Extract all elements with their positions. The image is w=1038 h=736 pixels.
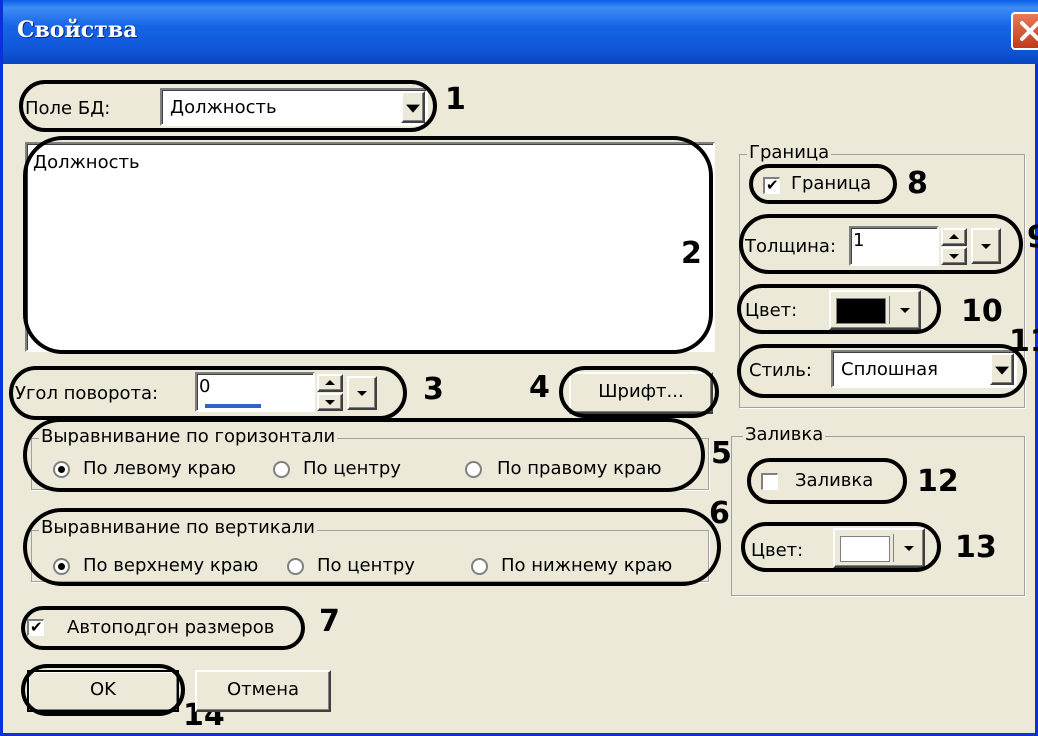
halign-radio-right[interactable] [465, 461, 482, 478]
radio-selected-dot [58, 563, 65, 570]
border-group-title: Граница [747, 142, 832, 163]
spin-down-icon [325, 400, 335, 405]
ok-button[interactable]: OK [27, 670, 179, 712]
thickness-spin-up[interactable] [941, 228, 967, 246]
valign-radio-bottom[interactable] [471, 558, 488, 575]
valign-option-center-label[interactable]: По центру [317, 555, 415, 576]
halign-radio-center[interactable] [273, 461, 290, 478]
db-field-dropdown-button[interactable] [401, 91, 425, 123]
callout-7: 7 [319, 604, 340, 639]
border-color-swatch [836, 298, 886, 324]
border-checkbox[interactable]: ✔ [763, 176, 780, 194]
picker-divider [893, 534, 894, 562]
title-bar[interactable]: Свойства [3, 0, 1038, 64]
callout-9: 9 [1027, 220, 1038, 255]
chevron-down-icon [995, 366, 1009, 375]
border-checkbox-label[interactable]: Граница [791, 173, 871, 194]
thickness-spin-down[interactable] [941, 247, 967, 265]
callout-6: 6 [709, 496, 730, 531]
thickness-value: 1 [853, 230, 865, 251]
callout-8: 8 [907, 166, 928, 201]
fill-checkbox[interactable] [761, 473, 778, 490]
callout-12: 12 [917, 464, 959, 499]
fill-color-picker[interactable] [833, 528, 925, 568]
callout-1: 1 [445, 82, 466, 117]
rotation-input[interactable]: 0 [195, 372, 315, 412]
fill-color-label: Цвет: [751, 540, 804, 561]
radio-selected-dot [58, 466, 65, 473]
rotation-dropdown-button[interactable] [347, 376, 377, 410]
fill-group-title: Заливка [743, 424, 826, 445]
autofit-checkbox[interactable]: ✔ [27, 618, 44, 636]
style-value: Сплошная [841, 359, 938, 380]
border-color-dropdown[interactable] [893, 292, 917, 328]
checkmark-icon: ✔ [30, 618, 43, 636]
text-area[interactable]: Должность [25, 142, 715, 352]
chevron-down-icon [406, 104, 420, 113]
style-label: Стиль: [749, 360, 812, 381]
rotation-label: Угол поворота: [15, 383, 159, 404]
rotation-caret-underline [205, 404, 261, 408]
close-icon [1020, 21, 1038, 41]
text-area-value: Должность [33, 152, 140, 173]
checkmark-icon: ✔ [766, 176, 779, 194]
chevron-down-icon [981, 244, 991, 249]
chevron-down-icon [900, 308, 910, 313]
close-button[interactable] [1011, 12, 1038, 50]
db-field-select[interactable]: Должность [160, 88, 428, 126]
chevron-down-icon [904, 546, 914, 551]
picker-divider [889, 296, 890, 324]
halign-option-right-label[interactable]: По правому краю [497, 458, 662, 479]
fill-group [731, 436, 1025, 596]
halign-option-center-label[interactable]: По центру [303, 458, 401, 479]
spin-up-icon [325, 380, 335, 385]
spin-up-icon [949, 234, 959, 239]
valign-radio-top[interactable] [53, 558, 70, 575]
autofit-label[interactable]: Автоподгон размеров [67, 617, 274, 638]
db-field-label: Поле БД: [25, 98, 111, 119]
rotation-spin-up[interactable] [317, 374, 343, 392]
valign-option-bottom-label[interactable]: По нижнему краю [501, 555, 672, 576]
callout-10: 10 [961, 294, 1003, 329]
thickness-input[interactable]: 1 [849, 226, 939, 266]
fill-color-swatch [840, 536, 890, 562]
callout-4: 4 [529, 370, 550, 405]
db-field-value: Должность [170, 97, 277, 118]
halign-option-left-label[interactable]: По левому краю [83, 458, 236, 479]
rotation-value: 0 [199, 376, 211, 397]
border-color-picker[interactable] [829, 290, 921, 330]
spin-down-icon [949, 254, 959, 259]
thickness-dropdown-button[interactable] [971, 228, 1001, 264]
chevron-down-icon [357, 391, 367, 396]
fill-color-dropdown[interactable] [897, 530, 921, 566]
fill-checkbox-label[interactable]: Заливка [795, 470, 873, 491]
font-button[interactable]: Шрифт... [569, 372, 713, 414]
callout-11: 11 [1009, 324, 1038, 359]
style-select[interactable]: Сплошная [831, 350, 1017, 388]
cancel-button[interactable]: Отмена [195, 670, 331, 712]
thickness-label: Толщина: [745, 236, 837, 257]
callout-5: 5 [711, 436, 732, 471]
halign-group-title: Выравнивание по горизонтали [39, 426, 338, 447]
window-title: Свойства [17, 17, 138, 43]
rotation-spin-down[interactable] [317, 393, 343, 411]
callout-13: 13 [955, 530, 997, 565]
halign-radio-left[interactable] [53, 461, 70, 478]
callout-3: 3 [423, 372, 444, 407]
properties-dialog: Свойства Поле БД: Должность 1 Должность … [0, 0, 1038, 736]
valign-radio-center[interactable] [287, 558, 304, 575]
valign-group-title: Выравнивание по вертикали [39, 517, 317, 538]
callout-2: 2 [681, 236, 702, 271]
valign-option-top-label[interactable]: По верхнему краю [83, 555, 258, 576]
border-color-label: Цвет: [745, 300, 798, 321]
